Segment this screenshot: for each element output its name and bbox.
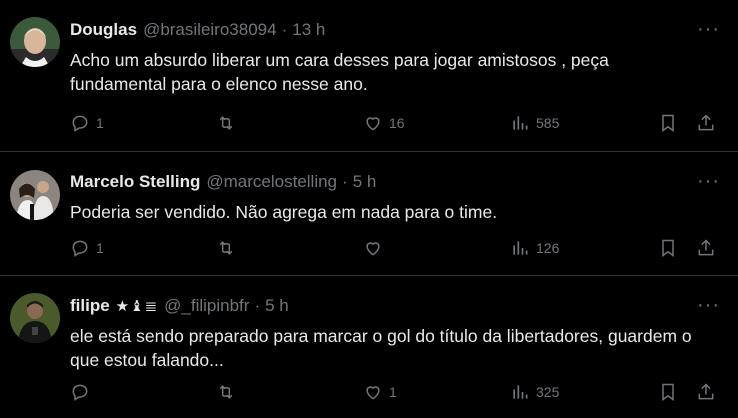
views-count: 325: [536, 384, 560, 400]
author-handle[interactable]: @_filipinbfr: [164, 296, 249, 316]
bookmark-button[interactable]: [658, 111, 678, 135]
like-icon: [366, 386, 380, 400]
tweet-header: Douglas @brasileiro38094 · 13 h: [70, 18, 718, 42]
tweet-text: Poderia ser vendido. Não agrega em nada …: [70, 202, 498, 222]
retweet-icon: [219, 385, 233, 399]
author-name[interactable]: Douglas: [70, 20, 137, 40]
tweet-actions: 1 126: [70, 236, 718, 260]
tweet[interactable]: filipe ★♝≣ @_filipinbfr · 5 h ··· ele es…: [0, 276, 738, 418]
retweet-icon: [219, 116, 233, 130]
views-button[interactable]: 126: [510, 236, 559, 260]
views-count: 126: [536, 240, 560, 256]
like-count: 1: [389, 384, 397, 400]
tweet-text: Acho um absurdo liberar um cara desses p…: [70, 50, 609, 94]
bookmark-icon: [662, 383, 674, 401]
timestamp[interactable]: 13 h: [292, 20, 325, 40]
more-icon[interactable]: ···: [697, 170, 720, 193]
like-icon: [366, 117, 380, 131]
views-icon: [513, 241, 528, 255]
views-count: 585: [536, 115, 560, 131]
more-icon[interactable]: ···: [697, 18, 720, 41]
views-button[interactable]: 585: [510, 111, 559, 135]
share-icon: [698, 383, 714, 400]
timestamp[interactable]: 5 h: [265, 296, 289, 316]
avatar[interactable]: [10, 293, 60, 343]
timestamp[interactable]: 5 h: [353, 172, 377, 192]
views-button[interactable]: 325: [510, 380, 559, 404]
separator: ·: [281, 20, 288, 39]
separator: ·: [254, 296, 261, 315]
more-icon[interactable]: ···: [697, 294, 720, 317]
tweet[interactable]: Marcelo Stelling @marcelostelling · 5 h …: [0, 152, 738, 276]
reply-button[interactable]: 1: [70, 236, 104, 260]
like-button[interactable]: [363, 236, 389, 260]
retweet-button[interactable]: [216, 380, 242, 404]
views-icon: [513, 385, 528, 399]
reply-count: 1: [96, 115, 104, 131]
name-emoji-badges: ★♝≣: [115, 298, 159, 315]
tweet-header: Marcelo Stelling @marcelostelling · 5 h: [70, 170, 718, 194]
tweet[interactable]: Douglas @brasileiro38094 · 13 h ··· Acho…: [0, 0, 738, 152]
avatar[interactable]: [10, 17, 60, 67]
reply-icon: [72, 240, 88, 257]
bookmark-icon: [662, 114, 674, 132]
retweet-button[interactable]: [216, 236, 242, 260]
views-icon: [513, 116, 528, 130]
reply-icon: [72, 384, 88, 401]
retweet-button[interactable]: [216, 111, 242, 135]
tweet-actions: 1 16 585: [70, 111, 718, 135]
reply-count: 1: [96, 240, 104, 256]
reply-button[interactable]: [70, 380, 96, 404]
reply-button[interactable]: 1: [70, 111, 104, 135]
tweet-actions: 1 325: [70, 380, 718, 404]
share-icon: [698, 239, 714, 256]
like-button[interactable]: 16: [363, 111, 405, 135]
author-handle[interactable]: @brasileiro38094: [143, 20, 277, 40]
retweet-icon: [219, 241, 233, 255]
separator: ·: [342, 172, 348, 191]
share-button[interactable]: [696, 236, 716, 260]
like-button[interactable]: 1: [363, 380, 397, 404]
bookmark-button[interactable]: [658, 380, 678, 404]
author-name[interactable]: filipe: [70, 296, 110, 316]
reply-icon: [72, 115, 88, 132]
tweet-header: filipe ★♝≣ @_filipinbfr · 5 h: [70, 294, 718, 318]
bookmark-icon: [662, 239, 674, 257]
author-name[interactable]: Marcelo Stelling: [70, 172, 200, 192]
share-button[interactable]: [696, 380, 716, 404]
share-button[interactable]: [696, 111, 716, 135]
like-count: 16: [389, 115, 405, 131]
share-icon: [698, 114, 714, 131]
author-handle[interactable]: @marcelostelling: [206, 172, 337, 192]
tweet-text: ele está sendo preparado para marcar o g…: [70, 326, 692, 370]
avatar[interactable]: [10, 170, 60, 220]
bookmark-button[interactable]: [658, 236, 678, 260]
like-icon: [366, 242, 380, 256]
